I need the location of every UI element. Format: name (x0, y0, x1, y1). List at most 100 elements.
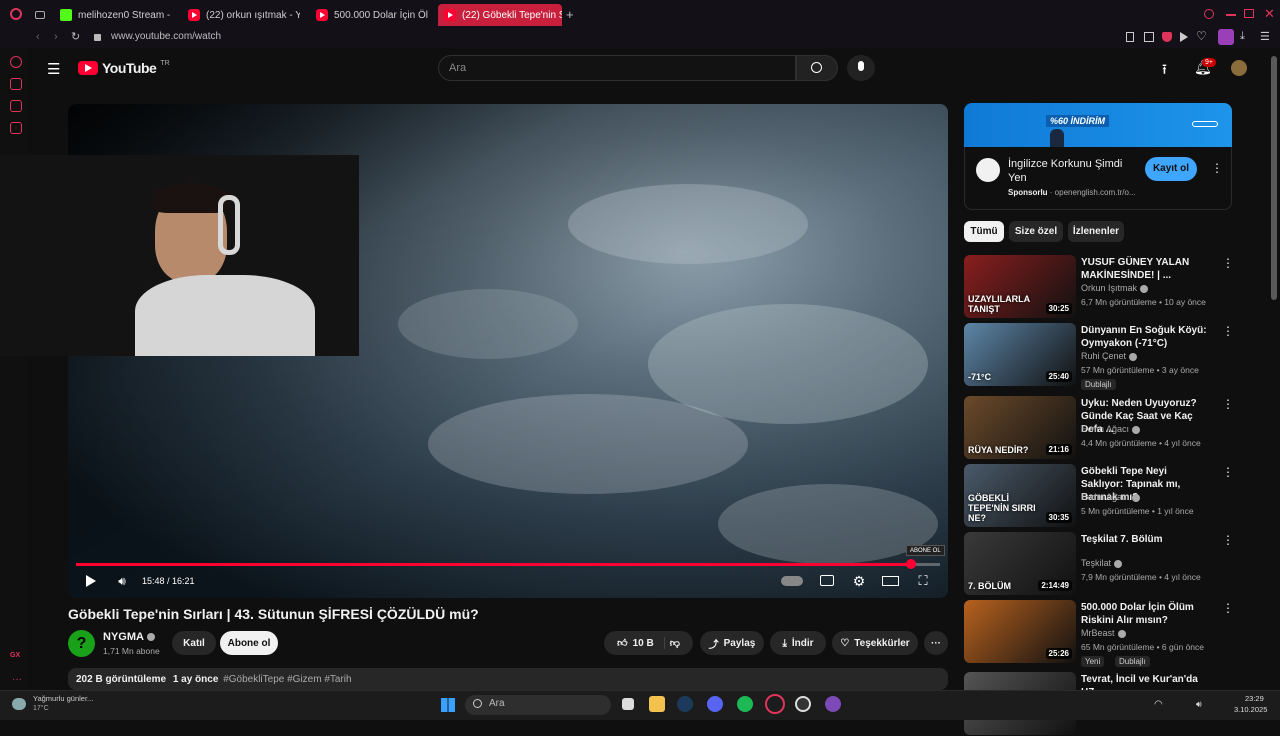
clock-date[interactable]: 3.10.2025 (1234, 705, 1267, 714)
youtube-logo[interactable]: YouTube TR (78, 59, 170, 77)
recommendation-menu-icon[interactable]: ⋮ (1222, 257, 1234, 269)
recommendation-item[interactable]: 7. BÖLÜM 2:14:49 Teşkilat 7. Bölüm Teşkilat… (964, 532, 1234, 596)
autoplay-toggle[interactable] (781, 576, 803, 586)
chip-watched[interactable]: İzlenenler (1068, 221, 1124, 242)
tray-volume-icon[interactable]: 🔊︎ (1196, 699, 1202, 710)
account-avatar[interactable] (1231, 60, 1247, 76)
ad-banner[interactable]: %60 İNDİRİM (964, 103, 1232, 147)
search-button[interactable] (796, 55, 838, 81)
menu-icon[interactable]: ☰ (1260, 30, 1270, 43)
tray-wifi-icon[interactable]: ◠ (1154, 699, 1163, 710)
subscribe-button[interactable]: Abone ol (220, 631, 278, 655)
sidebar-twitch-icon[interactable] (10, 122, 22, 134)
profile-avatar[interactable] (1218, 29, 1234, 45)
task-view-icon[interactable] (622, 698, 634, 710)
settings-gear-icon[interactable]: ⚙ (851, 573, 867, 589)
download-button[interactable]: ⤓ İndir (770, 631, 826, 655)
tab-gobekli-tepe[interactable]: (22) Göbekli Tepe'nin Sırl (438, 4, 562, 26)
sidebar-aria-icon[interactable] (10, 78, 22, 90)
tab-mrbeast[interactable]: 500.000 Dolar İçin Ölüm (310, 4, 428, 26)
recommendation-channel[interactable]: Evrim Ağacı (1081, 424, 1141, 434)
tab-manager-icon[interactable] (35, 11, 45, 19)
search-input[interactable]: Ara (438, 55, 796, 81)
dislike-button[interactable]: 👎︎ (670, 637, 680, 649)
create-upload-icon[interactable]: ⭱ (1162, 59, 1167, 83)
recommendation-item[interactable]: UZAYLILARLA TANIŞT 30:25 YUSUF GÜNEY YALAN… (964, 255, 1234, 319)
sidebar-messenger-icon[interactable] (10, 100, 22, 112)
tab-melihozen[interactable]: melihozen0 Stream - Wat (54, 4, 172, 26)
recommendation-channel[interactable]: Orkun Işıtmak (1081, 283, 1149, 293)
recommendation-channel[interactable]: Ruhi Çenet (1081, 351, 1138, 361)
page-scrollbar[interactable] (1271, 56, 1277, 300)
recommendation-menu-icon[interactable]: ⋮ (1222, 466, 1234, 478)
download-icon[interactable]: ⤓ (1240, 30, 1245, 43)
description-box[interactable]: 202 B görüntüleme 1 ay önce #GöbekliTepe… (68, 668, 948, 690)
channel-name[interactable]: NYGMA (103, 631, 155, 643)
vpn-shield-icon[interactable] (1162, 32, 1172, 42)
recommendation-channel[interactable]: Teşkilat (1081, 558, 1123, 568)
sidebar-speed-dial-icon[interactable] (10, 56, 22, 68)
maximize-icon[interactable] (1244, 9, 1254, 18)
subtitles-icon[interactable] (820, 575, 834, 586)
tab-orkun[interactable]: (22) orkun ışıtmak - YouT (182, 4, 300, 26)
recommendation-title[interactable]: 500.000 Dolar İçin Ölüm Riskini Alır mıs… (1081, 601, 1211, 627)
discord-icon[interactable] (707, 696, 723, 712)
fullscreen-icon[interactable]: ⛶ (916, 573, 930, 589)
sidebar-more-icon[interactable]: ··· (12, 674, 22, 685)
app-icon[interactable] (825, 696, 841, 712)
reload-icon[interactable]: ↻ (71, 30, 80, 43)
more-actions-button[interactable]: ··· (924, 631, 948, 655)
file-explorer-icon[interactable] (649, 696, 665, 712)
recommendation-thumbnail[interactable]: -71°C 25:40 (964, 323, 1076, 386)
recommendation-menu-icon[interactable]: ⋮ (1222, 325, 1234, 337)
recommendation-item[interactable]: GÖBEKLİ TEPE'NİN SIRRI NE? 30:35 Göbekli T… (964, 464, 1234, 528)
ad-card[interactable]: İngilizce Korkunu Şimdi Yen Sponsorlu · … (964, 147, 1232, 210)
recommendation-thumbnail[interactable]: 7. BÖLÜM 2:14:49 (964, 532, 1076, 595)
steam-icon[interactable] (677, 696, 693, 712)
forward-icon[interactable]: › (54, 31, 58, 43)
bookmark-icon[interactable] (1126, 32, 1134, 42)
minimize-icon[interactable] (1226, 14, 1236, 16)
recommendation-thumbnail[interactable]: 25:26 (964, 600, 1076, 663)
recommendation-thumbnail[interactable]: RÜYA NEDİR? 21:16 (964, 396, 1076, 459)
hashtags[interactable]: #GöbekliTepe #Gizem #Tarih (223, 674, 351, 685)
share-button[interactable]: ⤴ Paylaş (700, 631, 764, 655)
recommendation-item[interactable]: 25:26 500.000 Dolar İçin Ölüm Riskini Alı… (964, 600, 1234, 667)
clock-time[interactable]: 23:29 (1245, 694, 1264, 703)
volume-icon[interactable]: 🔊︎ (114, 573, 130, 589)
hamburger-menu-icon[interactable]: ☰ (47, 60, 60, 78)
progress-bar[interactable] (76, 559, 940, 569)
recommendation-title[interactable]: Dünyanın En Soğuk Köyü: Oymyakon (-71°C) (1081, 324, 1211, 350)
recommendation-menu-icon[interactable]: ⋮ (1222, 534, 1234, 546)
spotify-icon[interactable] (737, 696, 753, 712)
recommendation-menu-icon[interactable]: ⋮ (1222, 398, 1234, 410)
progress-scrubber[interactable] (905, 559, 916, 569)
heart-icon[interactable]: ♡ (1196, 29, 1207, 43)
join-button[interactable]: Katıl (172, 631, 216, 655)
channel-avatar[interactable]: ? (68, 630, 95, 657)
recommendation-thumbnail[interactable]: UZAYLILARLA TANIŞT 30:25 (964, 255, 1076, 318)
weather-icon[interactable] (12, 698, 26, 710)
recommendation-channel[interactable]: Evrim Ağacı (1081, 492, 1141, 502)
windows-start-icon[interactable] (441, 698, 455, 712)
subscribe-watermark[interactable]: ABONE OL (906, 545, 945, 556)
recommendation-channel[interactable]: MrBeast (1081, 628, 1126, 638)
thanks-button[interactable]: ♡ Teşekkürler (832, 631, 918, 655)
recommendation-item[interactable]: RÜYA NEDİR? 21:16 Uyku: Neden Uyuyoruz? Gü… (964, 396, 1234, 460)
like-button[interactable]: 👍︎ 10 B (617, 637, 665, 649)
ad-signup-button[interactable]: Kayıt ol (1145, 157, 1197, 181)
sidebar-gx-icon[interactable]: GX (10, 652, 20, 659)
play-icon[interactable] (1180, 32, 1188, 42)
obs-icon[interactable] (795, 696, 811, 712)
ad-menu-icon[interactable]: ⋮ (1211, 161, 1223, 175)
recommendation-title[interactable]: Teşkilat 7. Bölüm (1081, 533, 1211, 546)
recommendation-thumbnail[interactable]: GÖBEKLİ TEPE'NİN SIRRI NE? 30:35 (964, 464, 1076, 527)
new-tab-button[interactable]: + (566, 7, 574, 22)
back-icon[interactable]: ‹ (36, 31, 40, 43)
theater-mode-icon[interactable] (882, 576, 899, 586)
taskbar-search[interactable]: Ara (465, 695, 611, 715)
url-field[interactable]: www.youtube.com/watch (111, 31, 221, 42)
voice-search-button[interactable] (847, 55, 875, 81)
opera-gx-icon[interactable] (765, 694, 785, 714)
opera-logo-icon[interactable] (10, 8, 22, 20)
